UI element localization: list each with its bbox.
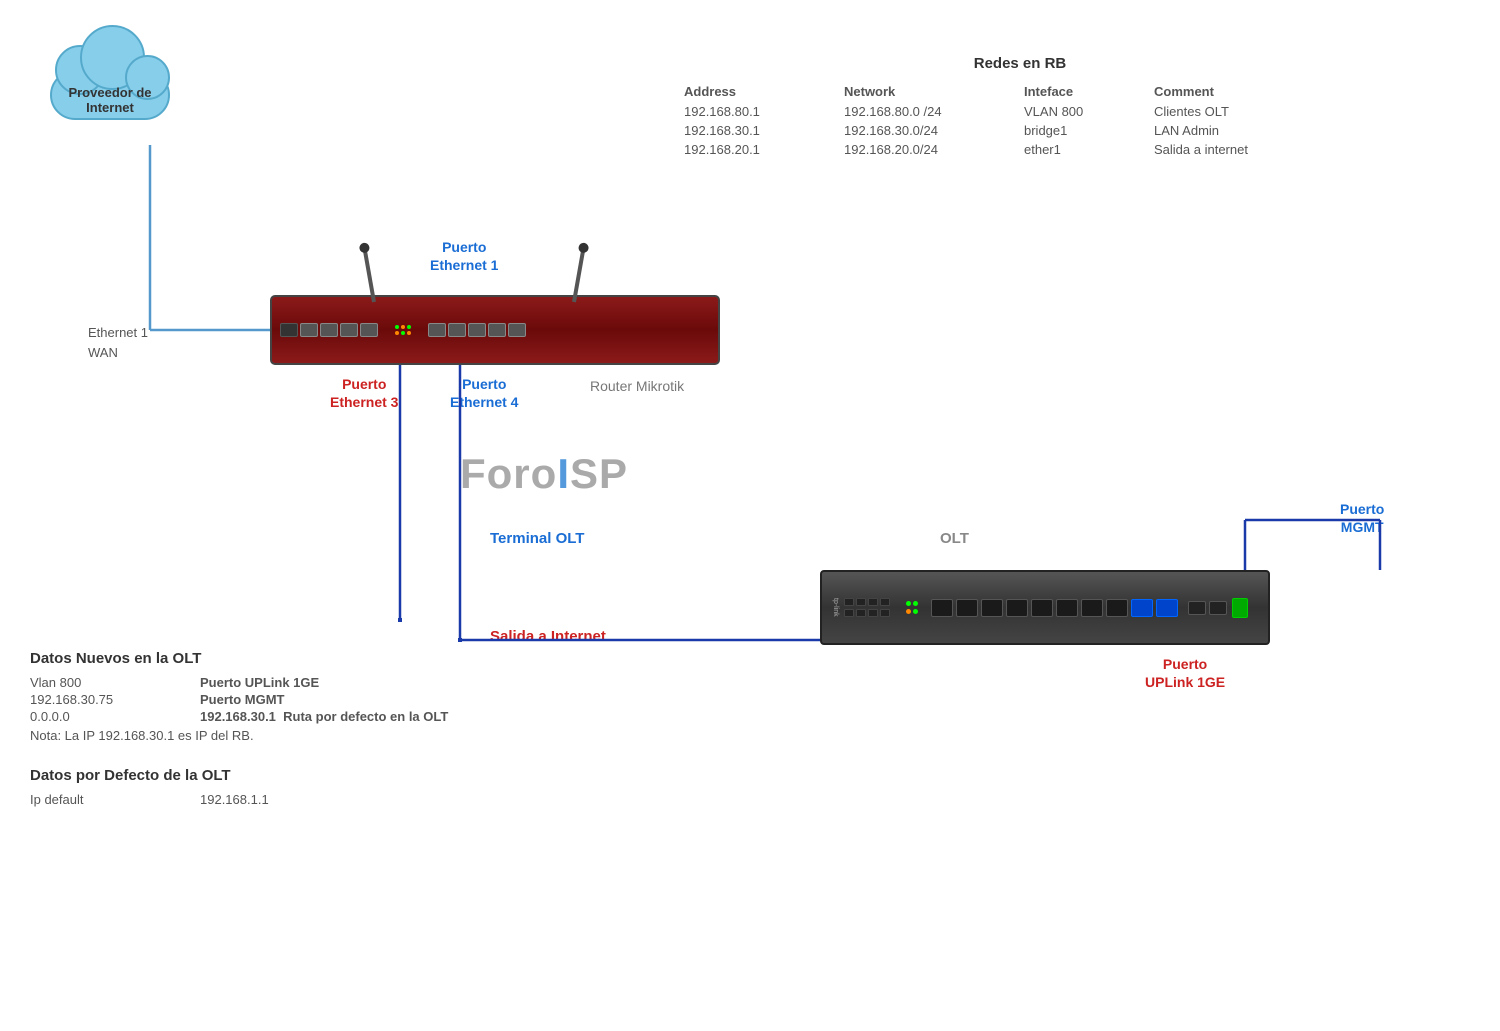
- col-comment: Comment: [1150, 82, 1330, 101]
- puerto-eth3-label: Puerto Ethernet 3: [330, 375, 398, 411]
- watermark: ForoISP: [460, 450, 628, 498]
- comment-2: LAN Admin: [1150, 122, 1330, 139]
- led-6: [407, 331, 411, 335]
- router-ports: [280, 323, 710, 337]
- addr-3: 192.168.20.1: [680, 141, 840, 158]
- comment-3: Salida a internet: [1150, 141, 1330, 158]
- router-leds: [395, 325, 411, 335]
- olt-sm-port-3: [868, 598, 878, 606]
- olt-sfp-uplink2: [1156, 599, 1178, 617]
- router-port-4: [340, 323, 358, 337]
- led-5: [401, 331, 405, 335]
- olt-sfp-5: [1031, 599, 1053, 617]
- olt-rj45-1: [1188, 601, 1206, 615]
- led-2: [401, 325, 405, 329]
- addr-2: 192.168.30.1: [680, 122, 840, 139]
- olt-brand-text: tp-link: [832, 598, 839, 617]
- iface-2: bridge1: [1020, 122, 1150, 139]
- olt-sfp-3: [981, 599, 1003, 617]
- puerto-eth4-label: Puerto Ethernet 4: [450, 375, 518, 411]
- olt-sfp-uplink1: [1131, 599, 1153, 617]
- router-port-1: [280, 323, 298, 337]
- antenna-left: [362, 247, 375, 302]
- olt-led-section: [906, 601, 918, 614]
- router-mikrotik: [270, 295, 720, 365]
- led-1: [395, 325, 399, 329]
- datos-nuevos-title: Datos Nuevos en la OLT: [30, 650, 530, 667]
- olt-rj45-mgmt: [1209, 601, 1227, 615]
- net-2: 192.168.30.0/24: [840, 122, 1020, 139]
- olt-ports-left: [844, 598, 890, 617]
- olt-label: OLT: [940, 530, 969, 547]
- iface-3: ether1: [1020, 141, 1150, 158]
- ip-mgmt-val: Puerto MGMT: [200, 692, 530, 707]
- olt-rj45-section: [1188, 601, 1227, 615]
- watermark-sp: SP: [570, 450, 628, 497]
- router-port-6: [428, 323, 446, 337]
- router-port-8: [468, 323, 486, 337]
- olt-sm-port-4: [880, 598, 890, 606]
- olt-sfp-1: [931, 599, 953, 617]
- antenna-right: [572, 247, 585, 302]
- router-mikrotik-label: Router Mikrotik: [590, 378, 684, 394]
- net-1: 192.168.80.0 /24: [840, 103, 1020, 120]
- olt-sm-port-5: [844, 609, 854, 617]
- router-port-3: [320, 323, 338, 337]
- cloud-label: Proveedor de Internet: [40, 85, 180, 115]
- router-port-5: [360, 323, 378, 337]
- ip-mgmt-key: 192.168.30.75: [30, 692, 190, 707]
- olt-sfp-green: [1232, 598, 1248, 618]
- col-interface: Inteface: [1020, 82, 1150, 101]
- ethernet1-wan-label: Ethernet 1 WAN: [88, 323, 148, 362]
- addr-1: 192.168.80.1: [680, 103, 840, 120]
- watermark-i: I: [557, 450, 570, 497]
- redes-en-rb-table: Redes en RB Address Network Inteface Com…: [680, 55, 1360, 158]
- olt-sfp-7: [1081, 599, 1103, 617]
- ip-default-val: 192.168.1.1: [200, 792, 530, 807]
- col-network: Network: [840, 82, 1020, 101]
- olt-sm-port-1: [844, 598, 854, 606]
- router-port-10: [508, 323, 526, 337]
- datos-nuevos-grid: Vlan 800 Puerto UPLink 1GE 192.168.30.75…: [30, 675, 530, 724]
- vlan800-val: Puerto UPLink 1GE: [200, 675, 530, 690]
- watermark-foro: Foro: [460, 450, 557, 497]
- olt-sfp-8: [1106, 599, 1128, 617]
- olt-sm-port-7: [868, 609, 878, 617]
- datos-defecto-grid: Ip default 192.168.1.1: [30, 792, 530, 807]
- olt-sfp-2: [956, 599, 978, 617]
- table-title: Redes en RB: [680, 55, 1360, 72]
- vlan800-key: Vlan 800: [30, 675, 190, 690]
- olt-sm-port-8: [880, 609, 890, 617]
- default-route-val: 192.168.30.1 Ruta por defecto en la OLT: [200, 709, 530, 724]
- router-port-9: [488, 323, 506, 337]
- olt-sm-port-2: [856, 598, 866, 606]
- olt-device: tp-link: [820, 570, 1270, 645]
- router-port-7: [448, 323, 466, 337]
- net-3: 192.168.20.0/24: [840, 141, 1020, 158]
- olt-sfp-4: [1006, 599, 1028, 617]
- col-address: Address: [680, 82, 840, 101]
- datos-defecto-section: Datos por Defecto de la OLT Ip default 1…: [30, 767, 530, 807]
- comment-1: Clientes OLT: [1150, 103, 1330, 120]
- router-port-2: [300, 323, 318, 337]
- led-3: [407, 325, 411, 329]
- led-4: [395, 331, 399, 335]
- olt-sfp-section: [931, 599, 1178, 617]
- default-route-key: 0.0.0.0: [30, 709, 190, 724]
- puerto-mgmt-label: Puerto MGMT: [1340, 500, 1384, 536]
- cloud-shape: Proveedor de Internet: [30, 40, 190, 150]
- datos-nuevos-olt: Datos Nuevos en la OLT Vlan 800 Puerto U…: [30, 650, 530, 811]
- ip-default-key: Ip default: [30, 792, 190, 807]
- datos-nuevos-note: Nota: La IP 192.168.30.1 es IP del RB.: [30, 728, 530, 743]
- terminal-olt-label: Terminal OLT: [490, 530, 584, 547]
- iface-1: VLAN 800: [1020, 103, 1150, 120]
- salida-internet-label: Salida a Internet: [490, 628, 606, 645]
- datos-defecto-title: Datos por Defecto de la OLT: [30, 767, 530, 784]
- olt-sm-port-6: [856, 609, 866, 617]
- olt-sfp-6: [1056, 599, 1078, 617]
- puerto-eth1-label: Puerto Ethernet 1: [430, 238, 498, 274]
- puerto-uplink-label: Puerto UPLink 1GE: [1145, 655, 1225, 691]
- table-grid: Address Network Inteface Comment 192.168…: [680, 82, 1360, 158]
